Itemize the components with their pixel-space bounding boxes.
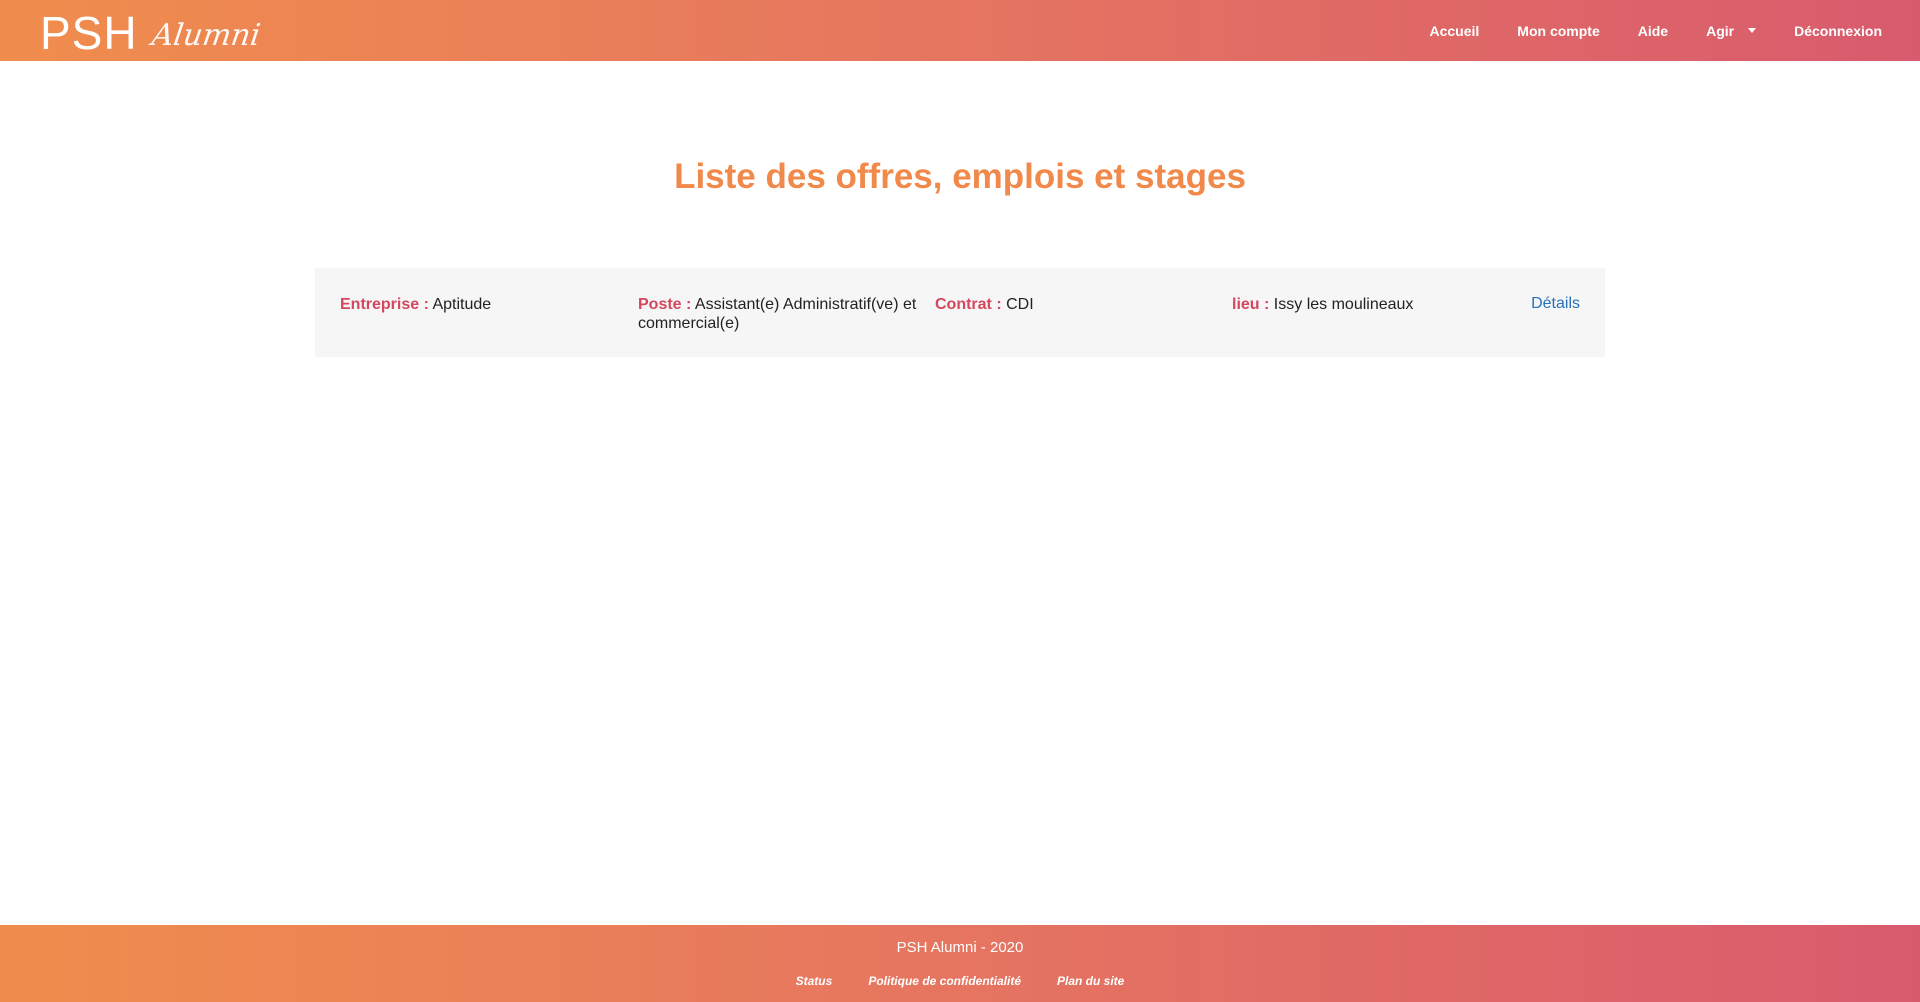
- offer-card: Entreprise : Aptitude Poste : Assistant(…: [315, 268, 1605, 357]
- footer: PSH Alumni - 2020 Status Politique de co…: [0, 925, 1920, 1002]
- nav-logout-link[interactable]: Déconnexion: [1794, 23, 1882, 39]
- position-label: Poste :: [638, 296, 692, 313]
- nav-home-link[interactable]: Accueil: [1429, 23, 1479, 39]
- nav-act-dropdown[interactable]: Agir: [1706, 22, 1757, 39]
- offer-details-link[interactable]: Détails: [1531, 295, 1580, 313]
- footer-links: Status Politique de confidentialité Plan…: [0, 974, 1920, 988]
- offer-location: lieu : Issy les moulineaux: [1232, 295, 1502, 314]
- top-navbar: PSH Alumni Accueil Mon compte Aide Agir …: [0, 0, 1920, 61]
- contract-label: Contrat :: [935, 296, 1002, 313]
- footer-status-link[interactable]: Status: [796, 974, 833, 988]
- company-label: Entreprise :: [340, 296, 429, 313]
- nav-account-link[interactable]: Mon compte: [1517, 23, 1599, 39]
- main-nav: Accueil Mon compte Aide Agir Déconnexion: [1391, 0, 1882, 61]
- psh-alumni-logo[interactable]: PSH Alumni: [40, 6, 263, 59]
- offer-company: Entreprise : Aptitude: [340, 295, 610, 314]
- nav-act-label: Agir: [1706, 22, 1735, 39]
- logo-main-text: PSH: [40, 7, 138, 59]
- offer-contract: Contrat : CDI: [935, 295, 1205, 314]
- company-value: Aptitude: [432, 296, 492, 313]
- offer-position: Poste : Assistant(e) Administratif(ve) e…: [638, 295, 928, 333]
- location-label: lieu :: [1232, 296, 1270, 313]
- footer-copyright: PSH Alumni - 2020: [896, 939, 1024, 956]
- page-title: Liste des offres, emplois et stages: [674, 157, 1246, 196]
- logo-script-text: Alumni: [149, 18, 263, 53]
- contract-value: CDI: [1006, 296, 1034, 313]
- footer-privacy-link[interactable]: Politique de confidentialité: [868, 974, 1021, 988]
- location-value: Issy les moulineaux: [1273, 296, 1414, 313]
- nav-help-link[interactable]: Aide: [1638, 23, 1668, 39]
- caret-down-icon: [1748, 28, 1757, 33]
- footer-sitemap-link[interactable]: Plan du site: [1057, 974, 1124, 988]
